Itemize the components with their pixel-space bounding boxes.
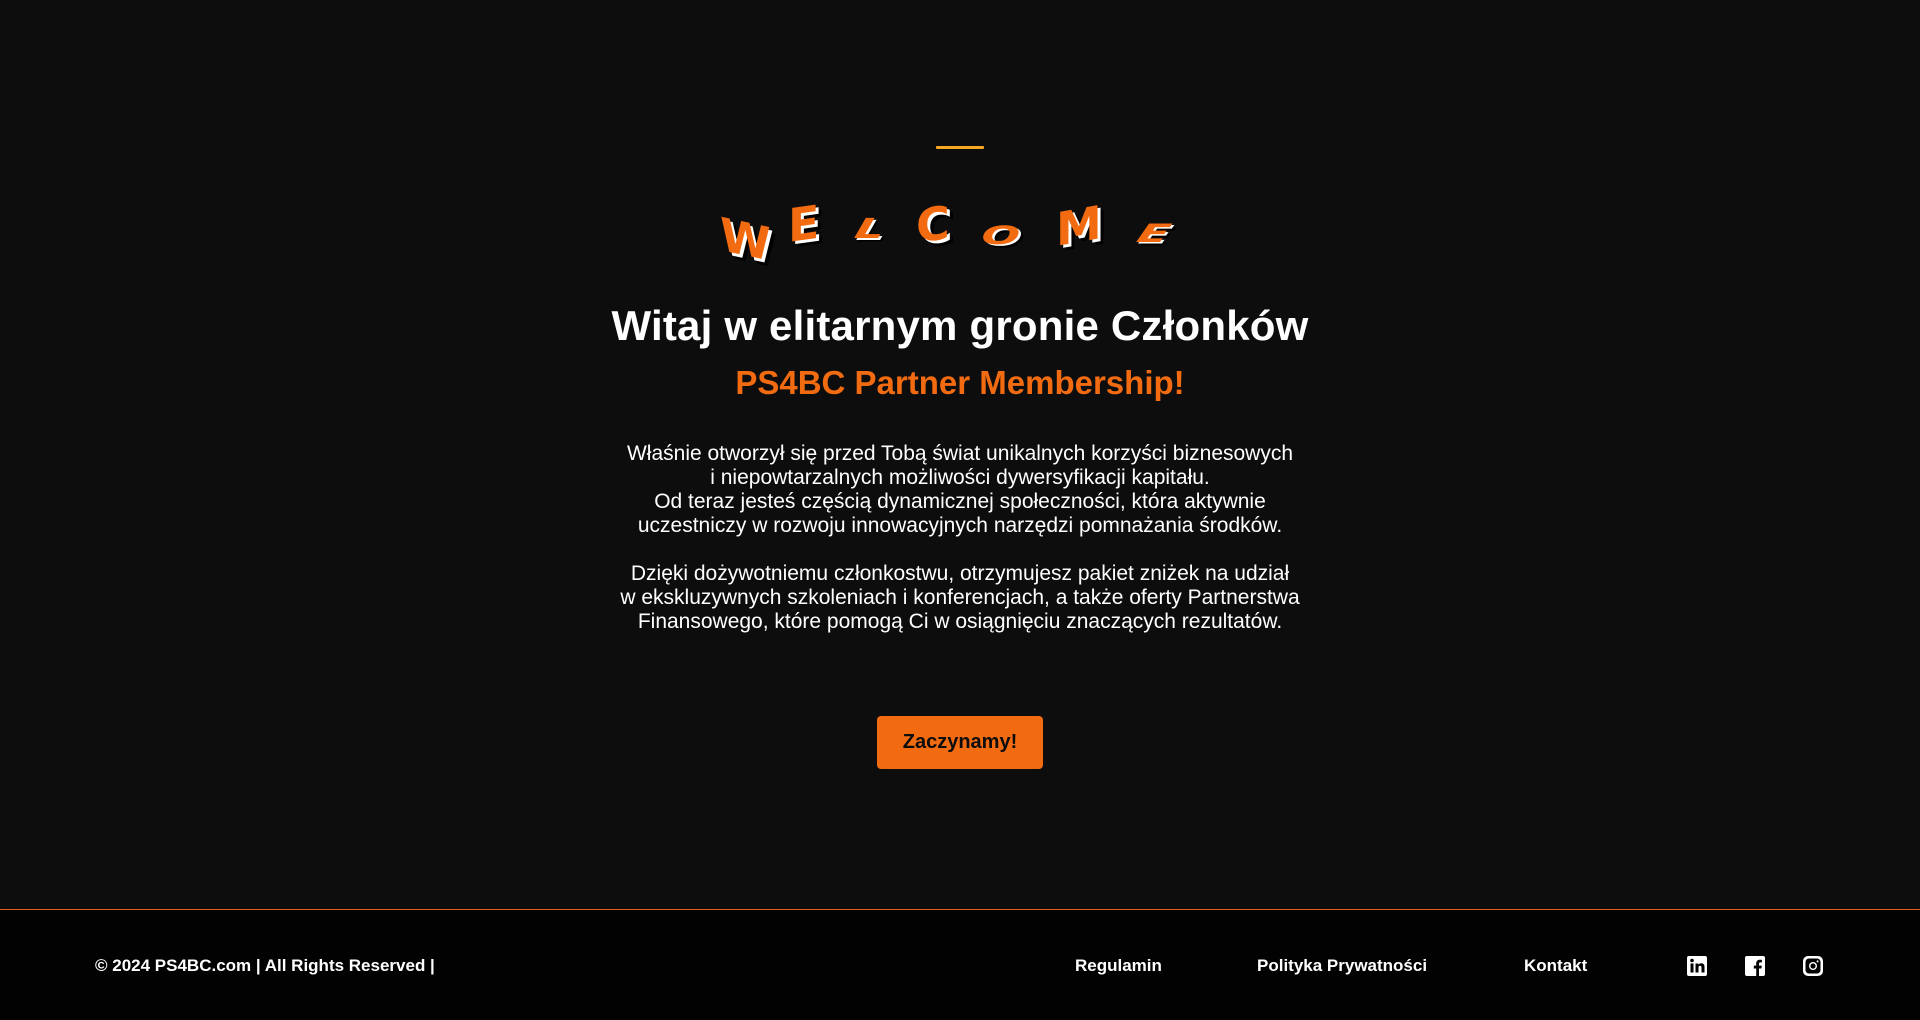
start-button[interactable]: Zaczynamy! — [877, 716, 1043, 769]
facebook-icon[interactable] — [1744, 955, 1766, 977]
instagram-icon[interactable] — [1802, 955, 1824, 977]
welcome-letter-c: C C C — [916, 196, 956, 259]
copyright-text: © 2024 PS4BC.com | All Rights Reserved | — [95, 956, 435, 975]
page-title: Witaj w elitarnym gronie Członków — [611, 302, 1309, 349]
intro-line: Od teraz jesteś częścią dynamicznej społ… — [654, 490, 1266, 513]
footer: © 2024 PS4BC.com | All Rights Reserved |… — [0, 909, 1920, 1020]
welcome-letter-l: L L L — [846, 213, 898, 249]
footer-link-contact[interactable]: Kontakt — [1524, 956, 1587, 976]
welcome-3d-letters: W W W E E E L L L C C C O O O M M M E E … — [720, 195, 1183, 270]
intro-text: Właśnie otworzył się przed Tobą świat un… — [560, 442, 1360, 634]
benefits-line: Finansowego, które pomogą Ci w osiągnięc… — [637, 610, 1283, 633]
welcome-banner: W W W E E E L L L C C C O O O M M M E E … — [700, 180, 1220, 270]
intro-line: uczestniczy w rozwoju innowacyjnych narz… — [637, 514, 1283, 537]
svg-text:M: M — [1056, 195, 1102, 257]
welcome-letter-m: M M M — [1056, 195, 1108, 262]
linkedin-icon[interactable] — [1686, 955, 1708, 977]
intro-line: i niepowtarzalnych możliwości dywersyfik… — [710, 466, 1210, 489]
page-subtitle: PS4BC Partner Membership! — [735, 364, 1185, 401]
svg-text:E: E — [788, 195, 819, 253]
benefits-line: Dzięki dożywotniemu członkostwu, otrzymu… — [630, 562, 1290, 585]
svg-text:C: C — [916, 196, 950, 253]
welcome-letter-w: W W W — [720, 207, 777, 270]
svg-text:W: W — [720, 207, 771, 270]
footer-link-privacy-policy[interactable]: Polityka Prywatności — [1257, 956, 1427, 976]
accent-divider — [936, 146, 984, 149]
welcome-letter-e: E E E — [788, 195, 825, 258]
footer-link-regulamin[interactable]: Regulamin — [1075, 956, 1162, 976]
intro-line: Właśnie otworzył się przed Tobą świat un… — [626, 442, 1294, 465]
welcome-letter-o: O O O — [976, 221, 1031, 254]
main-section: W W W E E E L L L C C C O O O M M M E E … — [0, 0, 1920, 909]
benefits-line: w ekskluzywnych szkoleniach i konferencj… — [620, 586, 1300, 609]
welcome-letter-e2: E E E — [1127, 219, 1182, 251]
